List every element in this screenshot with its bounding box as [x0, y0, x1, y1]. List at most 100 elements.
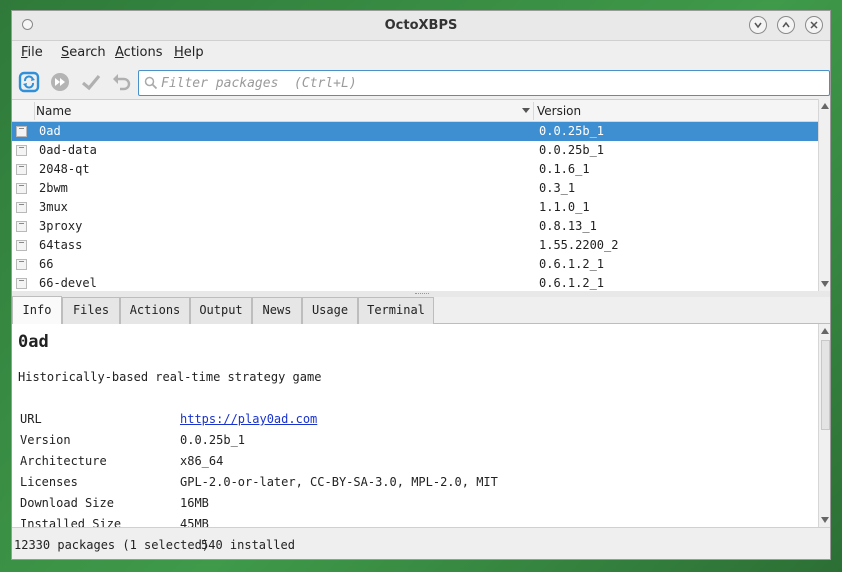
column-header-version[interactable]: Version [537, 104, 581, 118]
field-key-installed-size: Installed Size [20, 517, 122, 527]
tab-actions[interactable]: Actions [120, 297, 190, 324]
sort-down-icon [522, 108, 530, 113]
scroll-up-arrow-icon[interactable] [821, 103, 829, 109]
package-status-icon [16, 164, 27, 175]
tab-news[interactable]: News [252, 297, 302, 324]
chevron-down-icon [754, 22, 762, 29]
window-title: OctoXBPS [384, 18, 458, 33]
menu-search[interactable]: Search [61, 45, 106, 60]
package-status-icon [16, 259, 27, 270]
menu-file[interactable]: File [21, 45, 43, 60]
field-key-version: Version [20, 433, 71, 447]
field-value-download-size: 16MB [180, 496, 209, 510]
table-row[interactable]: 66-devel 0.6.1.2_1 [12, 274, 818, 291]
scroll-down-arrow-icon[interactable] [821, 517, 829, 523]
sync-icon[interactable] [18, 71, 40, 93]
package-version: 1.1.0_1 [539, 200, 590, 214]
tab-files[interactable]: Files [62, 297, 120, 324]
info-scrollbar[interactable] [818, 324, 830, 527]
column-separator [533, 102, 534, 120]
field-value-architecture: x86_64 [180, 454, 224, 468]
scroll-down-arrow-icon[interactable] [821, 281, 829, 287]
scroll-thumb[interactable] [821, 340, 830, 430]
package-name: 2048-qt [39, 162, 90, 176]
table-row[interactable]: 2bwm 0.3_1 [12, 179, 818, 198]
package-status-icon [16, 202, 27, 213]
field-value-version: 0.0.25b_1 [180, 433, 246, 447]
table-row[interactable]: 0ad 0.0.25b_1 [12, 122, 818, 141]
close-icon [810, 21, 818, 29]
status-package-count: 12330 packages (1 selected) [14, 538, 210, 552]
tab-info[interactable]: Info [12, 296, 62, 324]
search-input[interactable] [161, 74, 821, 92]
package-version: 0.6.1.2_1 [539, 276, 605, 290]
menu-actions[interactable]: Actions [115, 45, 163, 60]
package-version: 0.3_1 [539, 181, 576, 195]
close-button[interactable] [805, 16, 823, 34]
table-row[interactable]: 3mux 1.1.0_1 [12, 198, 818, 217]
list-scrollbar[interactable] [818, 99, 830, 291]
package-version: 0.1.6_1 [539, 162, 590, 176]
menu-help-label: elp [183, 45, 204, 60]
menu-actions-label: ctions [123, 45, 163, 60]
info-panel: 0ad Historically-based real-time strateg… [12, 324, 818, 527]
menu-actions-mnemonic: A [115, 45, 124, 60]
field-key-architecture: Architecture [20, 454, 107, 468]
field-value-installed-size: 45MB [180, 517, 209, 527]
field-value-licenses: GPL-2.0-or-later, CC-BY-SA-3.0, MPL-2.0,… [180, 475, 498, 489]
package-name: 3proxy [39, 219, 83, 233]
table-row[interactable]: 66 0.6.1.2_1 [12, 255, 818, 274]
scroll-up-arrow-icon[interactable] [821, 328, 829, 334]
tab-usage[interactable]: Usage [302, 297, 358, 324]
title-bar: OctoXBPS [12, 11, 830, 41]
package-version: 0.8.13_1 [539, 219, 597, 233]
column-header-name[interactable]: Name [36, 104, 71, 118]
search-icon [144, 76, 158, 90]
tab-terminal[interactable]: Terminal [358, 297, 434, 324]
package-name: 0ad [39, 124, 61, 138]
menu-bar: File Search Actions Help [12, 41, 830, 65]
field-key-download-size: Download Size [20, 496, 114, 510]
package-status-icon [16, 221, 27, 232]
commit-icon[interactable] [80, 71, 102, 93]
rollback-icon[interactable] [110, 71, 132, 93]
package-status-icon [16, 278, 27, 289]
package-description: Historically-based real-time strategy ga… [18, 370, 322, 384]
package-status-icon [16, 240, 27, 251]
package-status-icon [16, 183, 27, 194]
package-name: 64tass [39, 238, 83, 252]
table-row[interactable]: 0ad-data 0.0.25b_1 [12, 141, 818, 160]
package-name: 2bwm [39, 181, 68, 195]
tab-bar: Info Files Actions Output News Usage Ter… [12, 296, 830, 324]
menu-file-label: ile [27, 45, 43, 60]
package-name: 0ad-data [39, 143, 97, 157]
package-name: 3mux [39, 200, 68, 214]
package-list: Name Version 0ad 0.0.25b_1 0ad-data 0.0.25b… [12, 99, 818, 291]
table-row[interactable]: 64tass 1.55.2200_2 [12, 236, 818, 255]
search-box [138, 70, 830, 96]
menu-help[interactable]: Help [174, 45, 204, 60]
maximize-button[interactable] [777, 16, 795, 34]
menu-help-mnemonic: H [174, 45, 184, 60]
field-key-url: URL [20, 412, 42, 426]
grip-icon [415, 293, 429, 296]
package-version: 0.0.25b_1 [539, 143, 605, 157]
package-status-icon [16, 126, 27, 137]
package-version: 0.6.1.2_1 [539, 257, 605, 271]
column-separator [34, 102, 35, 120]
list-header: Name Version [12, 100, 818, 122]
package-name: 66-devel [39, 276, 97, 290]
package-version: 1.55.2200_2 [539, 238, 619, 252]
package-version: 0.0.25b_1 [539, 124, 605, 138]
field-key-licenses: Licenses [20, 475, 78, 489]
table-row[interactable]: 3proxy 0.8.13_1 [12, 217, 818, 236]
chevron-up-icon [782, 21, 790, 28]
package-url-link[interactable]: https://play0ad.com [180, 412, 317, 426]
package-title: 0ad [18, 332, 49, 352]
table-row[interactable]: 2048-qt 0.1.6_1 [12, 160, 818, 179]
main-window: OctoXBPS File Search Actions Help Filter… [11, 10, 831, 560]
apply-all-icon[interactable] [49, 71, 71, 93]
tab-output[interactable]: Output [190, 297, 252, 324]
menu-search-label: earch [69, 45, 106, 60]
minimize-button[interactable] [749, 16, 767, 34]
